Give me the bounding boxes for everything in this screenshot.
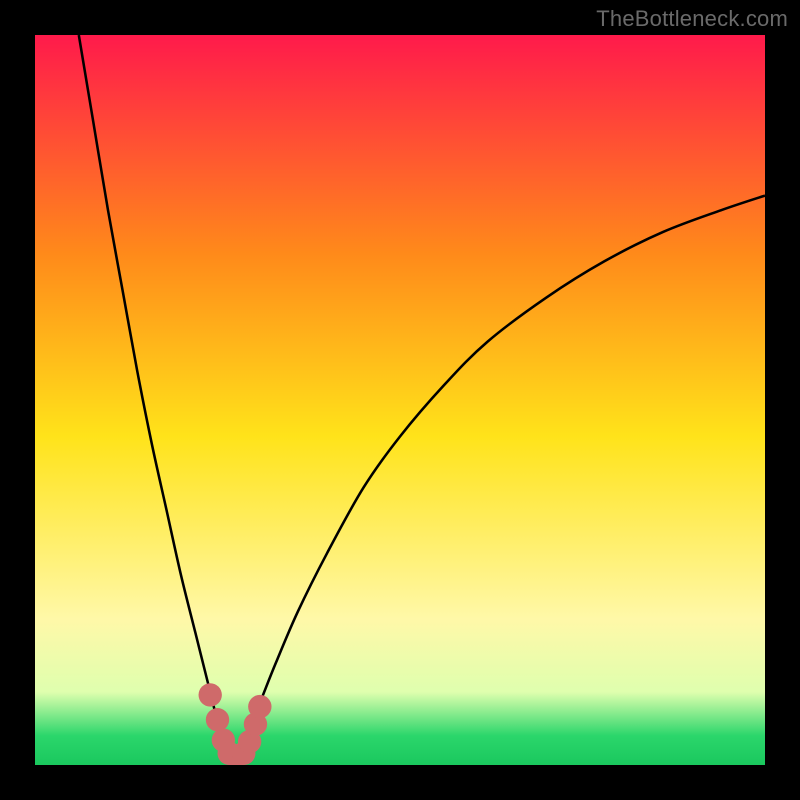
valley-bead xyxy=(206,708,229,731)
valley-bead xyxy=(199,683,222,706)
plot-area xyxy=(35,35,765,765)
gradient-background xyxy=(35,35,765,765)
bottleneck-chart xyxy=(35,35,765,765)
attribution-text: TheBottleneck.com xyxy=(596,6,788,32)
valley-bead xyxy=(248,695,271,718)
chart-frame: TheBottleneck.com xyxy=(0,0,800,800)
